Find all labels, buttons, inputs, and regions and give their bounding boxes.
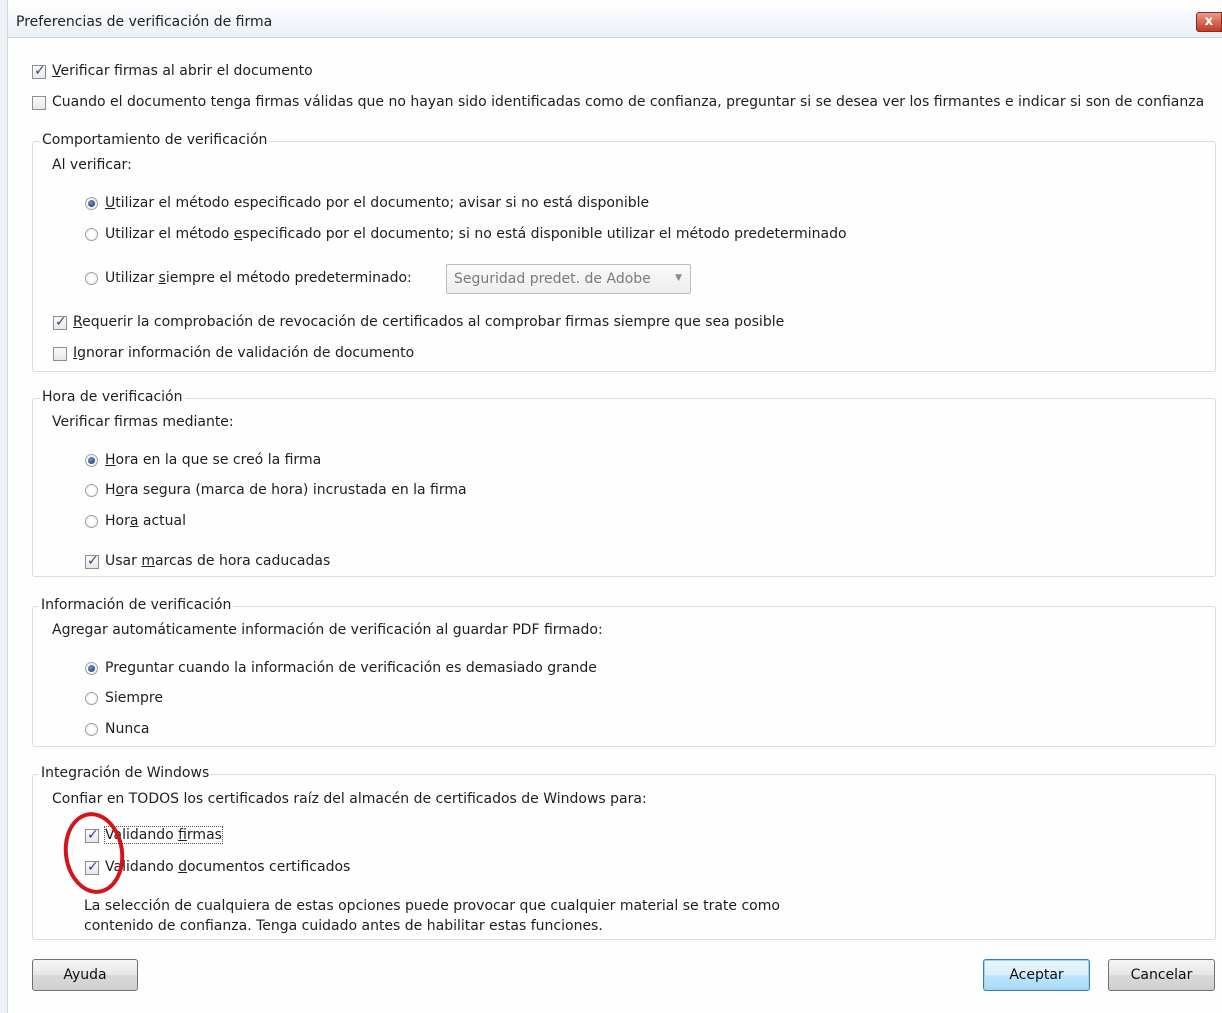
require-revocation-checkbox[interactable]: ✓ bbox=[53, 314, 67, 330]
use-expired-label[interactable]: Usar marcas de hora caducadas bbox=[105, 553, 330, 569]
time-secure-radio[interactable] bbox=[85, 484, 98, 497]
accept-button[interactable]: Aceptar bbox=[983, 959, 1090, 991]
info-never-radio[interactable] bbox=[85, 723, 98, 736]
windows-integration-prompt: Confiar en TODOS los certificados raíz d… bbox=[52, 791, 647, 807]
time-secure-label[interactable]: Hora segura (marca de hora) incrustada e… bbox=[105, 482, 467, 498]
windows-integration-warning-line2: contenido de confianza. Tenga cuidado an… bbox=[84, 918, 603, 934]
checkmark-icon: ✓ bbox=[87, 859, 99, 875]
radio-selected-dot bbox=[88, 665, 95, 672]
time-created-label[interactable]: Hora en la que se creó la firma bbox=[105, 452, 321, 468]
validating-signatures-checkbox[interactable]: ✓ bbox=[85, 827, 99, 843]
ignore-validation-label[interactable]: Ignorar información de validación de doc… bbox=[73, 345, 414, 361]
validating-certified-checkbox[interactable]: ✓ bbox=[85, 859, 99, 875]
checkmark-icon: ✓ bbox=[34, 63, 46, 79]
method-always-default-radio[interactable] bbox=[85, 272, 98, 285]
verification-info-prompt: Agregar automáticamente información de v… bbox=[52, 622, 603, 638]
windows-integration-warning-line1: La selección de cualquiera de estas opci… bbox=[84, 898, 780, 914]
time-current-label[interactable]: Hora actual bbox=[105, 513, 186, 529]
window-title: Preferencias de verificación de firma bbox=[16, 14, 273, 30]
method-always-default-label[interactable]: Utilizar siempre el método predeterminad… bbox=[105, 270, 412, 286]
verify-on-open-checkbox[interactable]: ✓ bbox=[32, 63, 46, 79]
info-ask-label[interactable]: Preguntar cuando la información de verif… bbox=[105, 660, 597, 676]
verification-behavior-prompt: Al verificar: bbox=[52, 157, 132, 173]
verification-info-title: Información de verificación bbox=[39, 597, 234, 613]
default-method-value: Seguridad predet. de Adobe bbox=[454, 271, 651, 287]
validating-signatures-label[interactable]: Validando firmas bbox=[104, 826, 223, 844]
cancel-button[interactable]: Cancelar bbox=[1108, 959, 1215, 991]
time-created-radio[interactable] bbox=[85, 454, 98, 467]
use-expired-checkbox[interactable]: ✓ bbox=[85, 553, 99, 569]
ignore-validation-checkbox[interactable] bbox=[53, 347, 67, 361]
checkmark-icon: ✓ bbox=[87, 553, 99, 569]
title-bar: Preferencias de verificación de firma x bbox=[8, 8, 1222, 38]
time-current-radio[interactable] bbox=[85, 515, 98, 528]
radio-selected-dot bbox=[88, 457, 95, 464]
method-document-default-radio[interactable] bbox=[85, 228, 98, 241]
chevron-down-icon: ▼ bbox=[675, 273, 682, 283]
ask-untrusted-label[interactable]: Cuando el documento tenga firmas válidas… bbox=[52, 94, 1204, 110]
verify-on-open-label[interactable]: Verificar firmas al abrir el documento bbox=[52, 63, 313, 79]
info-always-label[interactable]: Siempre bbox=[105, 690, 163, 706]
close-icon[interactable]: x bbox=[1196, 12, 1222, 32]
radio-selected-dot bbox=[88, 200, 95, 207]
windows-integration-title: Integración de Windows bbox=[39, 765, 212, 781]
window-frame bbox=[0, 0, 8, 1013]
verification-time-title: Hora de verificación bbox=[40, 389, 185, 405]
default-method-select[interactable]: Seguridad predet. de Adobe ▼ bbox=[446, 264, 691, 294]
method-document-warn-radio[interactable] bbox=[85, 197, 98, 210]
info-always-radio[interactable] bbox=[85, 692, 98, 705]
checkmark-icon: ✓ bbox=[87, 827, 99, 843]
verification-behavior-title: Comportamiento de verificación bbox=[40, 132, 270, 148]
validating-certified-label[interactable]: Validando documentos certificados bbox=[105, 859, 350, 875]
require-revocation-label[interactable]: Requerir la comprobación de revocación d… bbox=[73, 314, 784, 330]
verification-time-prompt: Verificar firmas mediante: bbox=[52, 414, 234, 430]
ask-untrusted-checkbox[interactable] bbox=[32, 96, 46, 110]
help-button[interactable]: Ayuda bbox=[32, 959, 138, 991]
info-ask-radio[interactable] bbox=[85, 662, 98, 675]
info-never-label[interactable]: Nunca bbox=[105, 721, 150, 737]
verification-behavior-group bbox=[32, 141, 1216, 372]
method-document-warn-label[interactable]: Utilizar el método especificado por el d… bbox=[105, 195, 649, 211]
method-document-default-label[interactable]: Utilizar el método especificado por el d… bbox=[105, 226, 847, 242]
checkmark-icon: ✓ bbox=[55, 314, 67, 330]
